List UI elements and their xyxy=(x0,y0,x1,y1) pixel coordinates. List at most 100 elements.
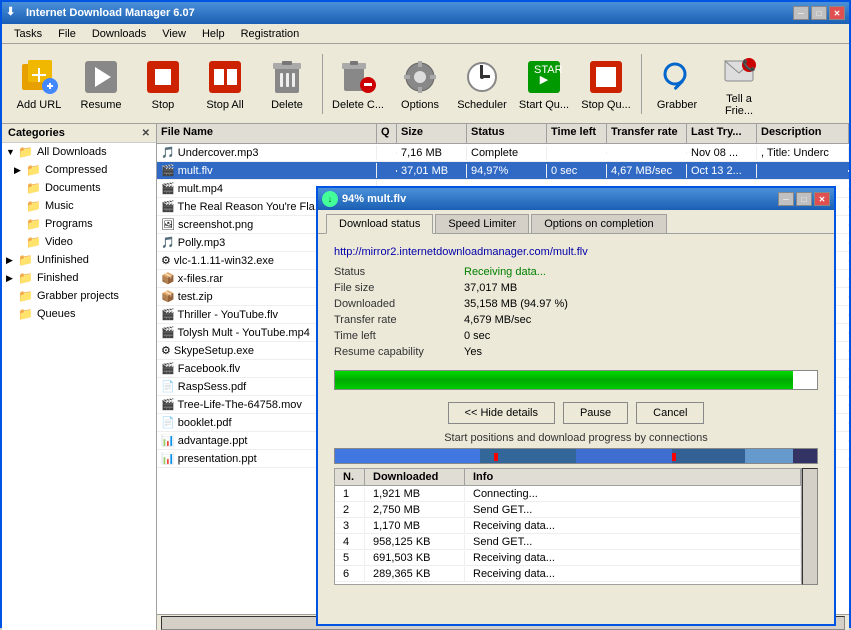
col-header-size[interactable]: Size xyxy=(397,124,467,143)
col-header-status[interactable]: Status xyxy=(467,124,547,143)
dialog-title: 94% mult.flv xyxy=(342,193,406,205)
dialog-url: http://mirror2.internetdownloadmanager.c… xyxy=(334,246,818,258)
conn-downloaded: 1,170 MB xyxy=(365,519,465,533)
connection-row[interactable]: 5 691,503 KB Receiving data... xyxy=(335,550,801,566)
tab-download-status[interactable]: Download status xyxy=(326,214,433,234)
col-header-transfer[interactable]: Transfer rate xyxy=(607,124,687,143)
col-header-lasttry[interactable]: Last Try... xyxy=(687,124,757,143)
menu-view[interactable]: View xyxy=(154,26,194,42)
connections-table[interactable]: 1 1,921 MB Connecting... 2 2,750 MB Send… xyxy=(334,485,802,585)
menu-help[interactable]: Help xyxy=(194,26,233,42)
file-status-cell: Complete xyxy=(467,146,547,160)
conn-n: 4 xyxy=(335,535,365,549)
title-bar-buttons: ─ □ ✕ xyxy=(793,6,845,20)
dialog-title-bar: ↓ 94% mult.flv ─ □ ✕ xyxy=(318,188,834,210)
file-row[interactable]: 🎬 mult.flv 37,01 MB 94,97% 0 sec 4,67 MB… xyxy=(157,162,849,180)
connections-table-wrapper: N. Downloaded Info 1 1,921 MB Connecting… xyxy=(334,468,818,585)
file-icon: 🎬 xyxy=(161,309,175,321)
col-header-timeleft[interactable]: Time left xyxy=(547,124,607,143)
options-button[interactable]: Options xyxy=(391,53,449,115)
unfinished-label: Unfinished xyxy=(37,254,89,266)
close-button[interactable]: ✕ xyxy=(829,6,845,20)
sidebar-item-grabber-projects[interactable]: 📁 Grabber projects xyxy=(2,287,156,305)
file-desc-cell xyxy=(757,170,849,172)
tell-friend-button[interactable]: 📞 Tell a Frie... xyxy=(710,47,768,121)
tab-options-completion[interactable]: Options on completion xyxy=(531,214,666,233)
col-header-q[interactable]: Q xyxy=(377,124,397,143)
start-queue-button[interactable]: ▶ START Start Qu... xyxy=(515,53,573,115)
menu-file[interactable]: File xyxy=(50,26,84,42)
conn-info: Send GET... xyxy=(465,503,801,517)
file-transfer-cell xyxy=(607,152,687,154)
menu-downloads[interactable]: Downloads xyxy=(84,26,154,42)
scheduler-button[interactable]: Scheduler xyxy=(453,53,511,115)
status-label-timeleft: Time left xyxy=(334,330,464,342)
file-name-cell: 🎬 mult.flv xyxy=(157,163,377,178)
connection-row[interactable]: 4 958,125 KB Send GET... xyxy=(335,534,801,550)
add-url-button[interactable]: Add URL xyxy=(10,53,68,115)
status-value-timeleft: 0 sec xyxy=(464,330,490,342)
delete-label: Delete xyxy=(271,99,303,111)
connection-row[interactable]: 3 1,170 MB Receiving data... xyxy=(335,518,801,534)
sidebar-header: Categories ✕ xyxy=(2,124,156,143)
sidebar-item-music[interactable]: 📁 Music xyxy=(2,197,156,215)
hide-details-button[interactable]: << Hide details xyxy=(448,402,555,424)
sidebar-item-documents[interactable]: 📁 Documents xyxy=(2,179,156,197)
file-size-cell: 7,16 MB xyxy=(397,146,467,160)
tab-speed-limiter[interactable]: Speed Limiter xyxy=(435,214,529,233)
menu-registration[interactable]: Registration xyxy=(233,26,308,42)
maximize-button[interactable]: □ xyxy=(811,6,827,20)
connections-scrollbar[interactable] xyxy=(802,468,818,585)
sidebar-item-finished[interactable]: ▶ 📁 Finished xyxy=(2,269,156,287)
tell-friend-label: Tell a Frie... xyxy=(712,93,766,117)
cancel-button[interactable]: Cancel xyxy=(636,402,704,424)
sidebar-item-unfinished[interactable]: ▶ 📁 Unfinished xyxy=(2,251,156,269)
file-transfer-cell: 4,67 MB/sec xyxy=(607,164,687,178)
sidebar-item-compressed[interactable]: ▶ 📁 Compressed xyxy=(2,161,156,179)
stop-button[interactable]: Stop xyxy=(134,53,192,115)
sidebar-close-button[interactable]: ✕ xyxy=(142,128,150,139)
grabber-button[interactable]: Grabber xyxy=(648,53,706,115)
sidebar-item-all-downloads[interactable]: ▼ 📁 All Downloads xyxy=(2,143,156,161)
delete-button[interactable]: Delete xyxy=(258,53,316,115)
status-label-filesize: File size xyxy=(334,282,464,294)
stop-all-button[interactable]: Stop All xyxy=(196,53,254,115)
svg-text:📞: 📞 xyxy=(742,58,756,72)
status-value-transfer: 4,679 MB/sec xyxy=(464,314,531,326)
dialog-maximize-button[interactable]: □ xyxy=(796,192,812,206)
sidebar-item-queues[interactable]: 📁 Queues xyxy=(2,305,156,323)
menu-tasks[interactable]: Tasks xyxy=(6,26,50,42)
conn-n: 5 xyxy=(335,551,365,565)
conn-col-header-downloaded: Downloaded xyxy=(365,469,465,485)
col-header-desc[interactable]: Description xyxy=(757,124,849,143)
status-label-resume: Resume capability xyxy=(334,346,464,358)
conn-n: 6 xyxy=(335,567,365,581)
finished-icon: 📁 xyxy=(18,271,33,285)
status-label-status: Status xyxy=(334,266,464,278)
conn-info: Connecting... xyxy=(465,487,801,501)
status-label-transfer: Transfer rate xyxy=(334,314,464,326)
stop-queue-button[interactable]: Stop Qu... xyxy=(577,53,635,115)
file-row[interactable]: 🎵 Undercover.mp3 7,16 MB Complete Nov 08… xyxy=(157,144,849,162)
col-header-name[interactable]: File Name xyxy=(157,124,377,143)
connection-row[interactable]: 2 2,750 MB Send GET... xyxy=(335,502,801,518)
delete-completed-button[interactable]: Delete C... xyxy=(329,53,387,115)
dialog-minimize-button[interactable]: ─ xyxy=(778,192,794,206)
sidebar: Categories ✕ ▼ 📁 All Downloads ▶ 📁 Compr… xyxy=(2,124,157,630)
resume-label: Resume xyxy=(81,99,122,111)
stop-label: Stop xyxy=(152,99,175,111)
video-icon: 📁 xyxy=(26,235,41,249)
dialog-close-button[interactable]: ✕ xyxy=(814,192,830,206)
unfinished-icon: 📁 xyxy=(18,253,33,267)
pause-button[interactable]: Pause xyxy=(563,402,628,424)
minimize-button[interactable]: ─ xyxy=(793,6,809,20)
file-list-header: File Name Q Size Status Time left Transf… xyxy=(157,124,849,144)
delete-icon xyxy=(267,57,307,97)
connection-row[interactable]: 6 289,365 KB Receiving data... xyxy=(335,566,801,582)
resume-button[interactable]: Resume xyxy=(72,53,130,115)
connection-row[interactable]: 1 1,921 MB Connecting... xyxy=(335,486,801,502)
compressed-icon: 📁 xyxy=(26,163,41,177)
sidebar-item-programs[interactable]: 📁 Programs xyxy=(2,215,156,233)
sidebar-item-video[interactable]: 📁 Video xyxy=(2,233,156,251)
conn-col-header-info: Info xyxy=(465,469,801,485)
